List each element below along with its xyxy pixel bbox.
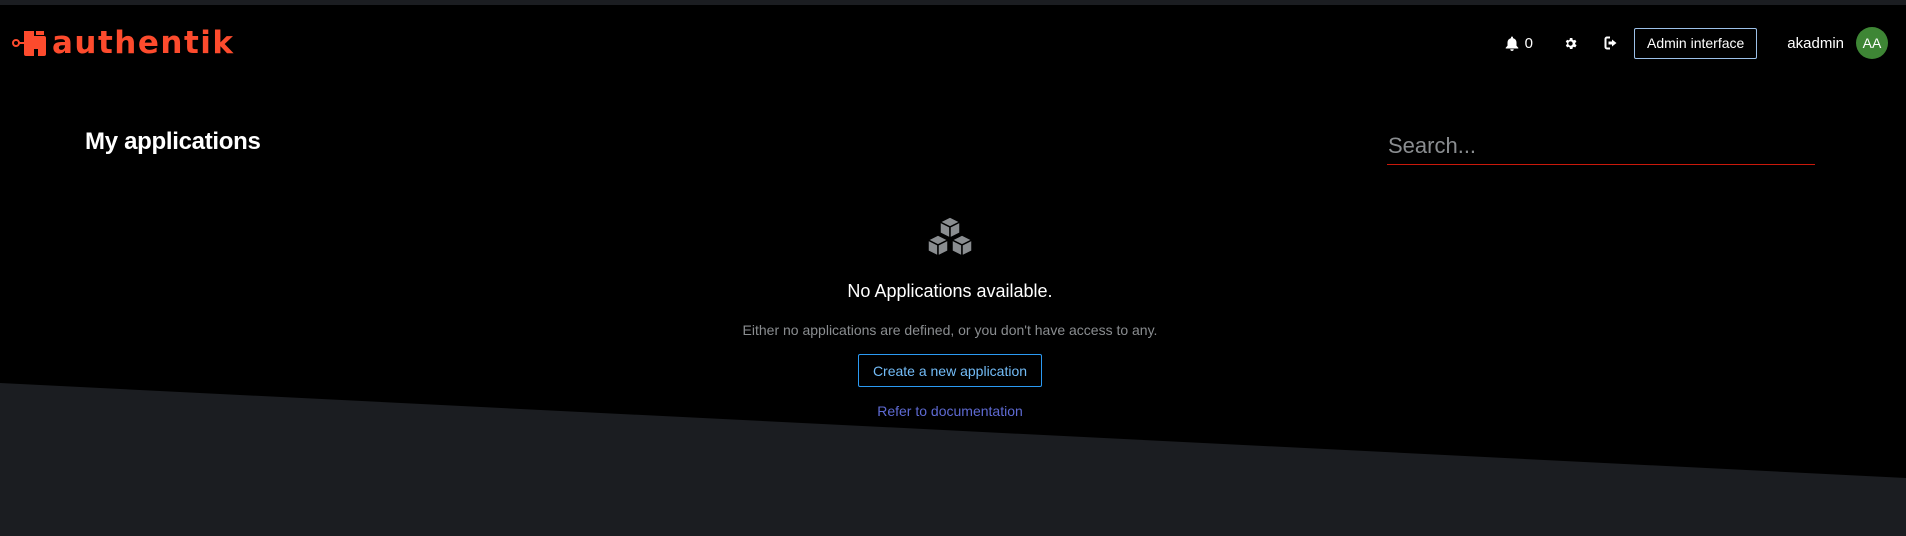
cubes-icon	[927, 216, 973, 257]
settings-button[interactable]	[1563, 36, 1578, 51]
username[interactable]: akadmin	[1787, 35, 1844, 52]
brand-logo[interactable]: authentik	[12, 23, 235, 63]
logout-button[interactable]	[1604, 36, 1620, 50]
gear-icon	[1565, 37, 1577, 49]
notification-count: 0	[1524, 34, 1534, 52]
brand-name: authentik	[52, 24, 235, 61]
authentik-logo-icon	[12, 31, 46, 56]
empty-state-title: No Applications available.	[847, 281, 1053, 301]
sign-out-icon	[1604, 36, 1617, 50]
bell-icon	[1505, 36, 1518, 51]
create-application-button[interactable]: Create a new application	[857, 354, 1043, 387]
empty-state-body: Either no applications are defined, or y…	[742, 322, 1158, 338]
notifications-button[interactable]: 0	[1505, 35, 1533, 52]
documentation-link[interactable]: Refer to documentation	[877, 403, 1023, 419]
avatar[interactable]: AA	[1856, 27, 1888, 59]
top-navigation-bar: authentik 0 Admin interface akadmin AA	[0, 5, 1906, 73]
header-actions: 0 Admin interface akadmin AA	[1505, 23, 1888, 63]
admin-interface-button[interactable]: Admin interface	[1634, 27, 1758, 59]
empty-state: No Applications available. Either no app…	[650, 215, 1250, 419]
search-input[interactable]	[1387, 130, 1815, 165]
page-title: My applications	[85, 128, 261, 155]
